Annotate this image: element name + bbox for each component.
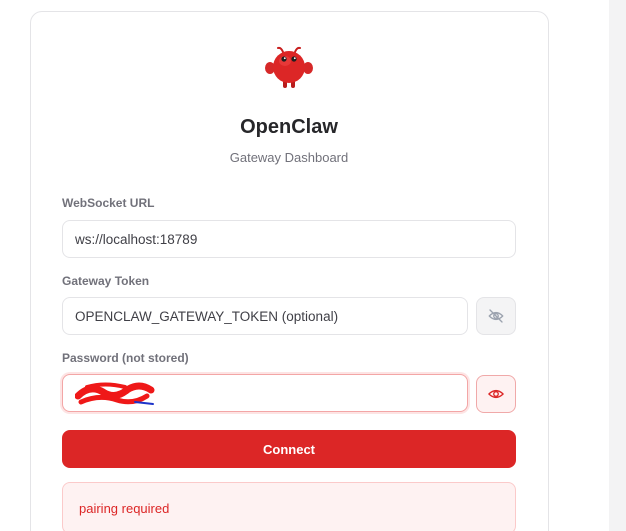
password-label: Password (not stored) [62, 351, 189, 365]
app-title: OpenClaw [240, 116, 338, 138]
gateway-token-label: Gateway Token [62, 274, 150, 288]
error-alert: pairing required [62, 482, 516, 531]
websocket-url-label: WebSocket URL [62, 196, 155, 210]
page: OpenClaw Gateway Dashboard WebSocket URL… [0, 0, 626, 531]
gateway-token-placeholder: OPENCLAW_GATEWAY_TOKEN (optional) [75, 308, 339, 324]
eye-icon [488, 389, 504, 399]
websocket-url-input[interactable]: ws://localhost:18789 [62, 220, 516, 258]
toggle-token-visibility-button[interactable] [476, 297, 516, 335]
connect-button[interactable]: Connect [62, 430, 516, 468]
toggle-password-visibility-button[interactable] [476, 375, 516, 413]
lobster-logo-icon [265, 46, 313, 88]
window-edge [609, 0, 626, 531]
websocket-url-value: ws://localhost:18789 [75, 231, 198, 247]
eye-off-icon [488, 309, 504, 323]
error-message: pairing required [79, 500, 170, 516]
gateway-token-input[interactable]: OPENCLAW_GATEWAY_TOKEN (optional) [62, 297, 468, 335]
redaction-scribble [75, 382, 155, 405]
password-input[interactable] [62, 374, 468, 412]
app-subtitle: Gateway Dashboard [229, 150, 349, 165]
